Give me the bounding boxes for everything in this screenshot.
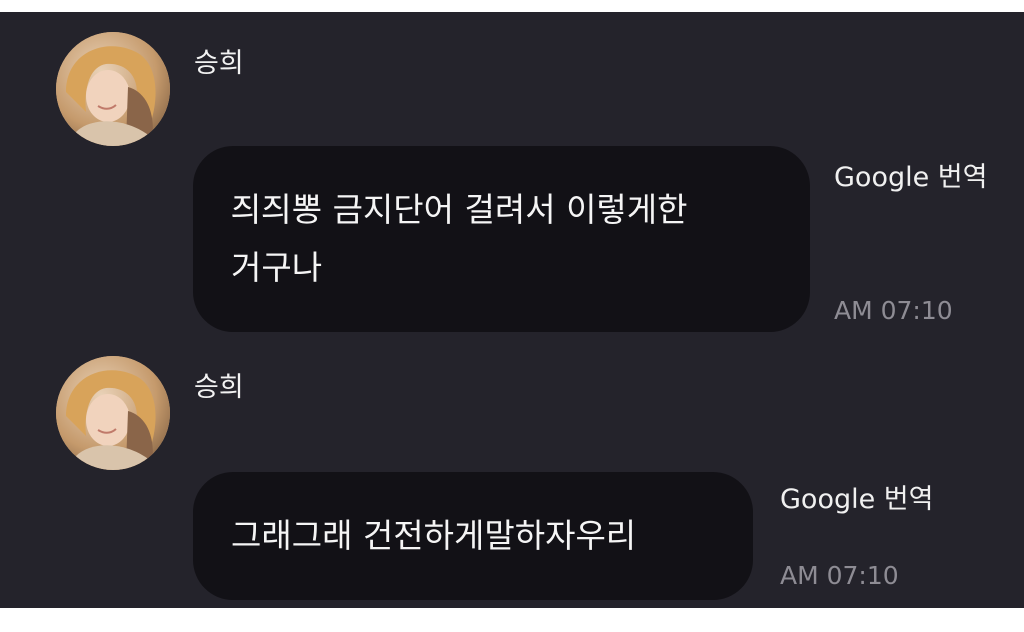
message-bubble[interactable]: 즤즤뽕 금지단어 걸려서 이렇게한 거구나 xyxy=(193,146,810,332)
message-bubble[interactable]: 그래그래 건전하게말하자우리 xyxy=(193,472,753,600)
google-translate-link[interactable]: Google 번역 xyxy=(780,482,933,518)
sender-name: 승희 xyxy=(194,48,244,79)
profile-photo-icon xyxy=(56,356,170,470)
message-timestamp: AM 07:10 xyxy=(834,296,953,325)
sender-name: 승희 xyxy=(194,372,244,403)
profile-photo-icon xyxy=(56,32,170,146)
avatar[interactable] xyxy=(56,32,170,146)
avatar[interactable] xyxy=(56,356,170,470)
google-translate-link[interactable]: Google 번역 xyxy=(834,160,987,196)
chat-message: 승희 즤즤뽕 금지단어 걸려서 이렇게한 거구나 Google 번역 AM 07… xyxy=(0,12,1024,342)
chat-screen: 승희 즤즤뽕 금지단어 걸려서 이렇게한 거구나 Google 번역 AM 07… xyxy=(0,12,1024,608)
chat-message: 승희 그래그래 건전하게말하자우리 Google 번역 AM 07:10 xyxy=(0,342,1024,608)
message-timestamp: AM 07:10 xyxy=(780,561,899,590)
